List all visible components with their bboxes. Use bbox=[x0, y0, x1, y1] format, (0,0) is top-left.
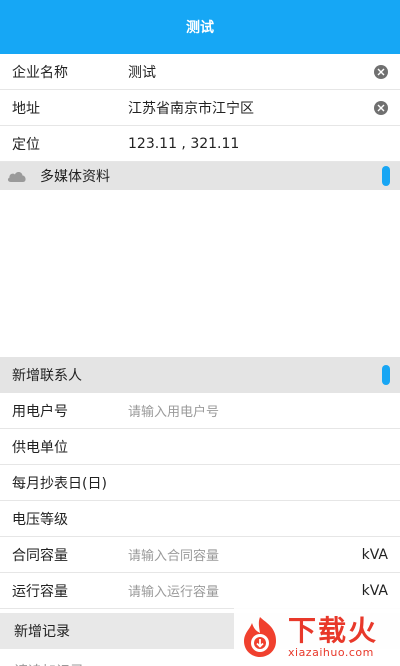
contact-field-row[interactable]: 运行容量 请输入运行容量 kVA bbox=[0, 573, 400, 609]
contract-capacity-input[interactable]: 请输入合同容量 bbox=[128, 545, 362, 564]
field-label: 用电户号 bbox=[12, 403, 68, 420]
address-label: 地址 bbox=[12, 100, 40, 117]
scroll-indicator[interactable] bbox=[382, 365, 390, 385]
contact-field-row[interactable]: 用电户号 请输入用电户号 bbox=[0, 393, 400, 429]
page-title: 测试 bbox=[186, 20, 214, 36]
running-capacity-input[interactable]: 请输入运行容量 bbox=[128, 581, 362, 600]
address-input[interactable]: 江苏省南京市江宁区 bbox=[128, 98, 374, 118]
contact-field-row[interactable]: 供电单位 bbox=[0, 429, 400, 465]
media-section-header[interactable]: 多媒体资料 bbox=[0, 162, 400, 190]
company-name-input[interactable]: 测试 bbox=[128, 62, 374, 82]
contact-field-row[interactable]: 每月抄表日(日) bbox=[0, 465, 400, 501]
media-section-label: 多媒体资料 bbox=[40, 169, 110, 185]
unit-label: kVA bbox=[361, 582, 388, 599]
record-section-label: 新增记录 bbox=[14, 624, 70, 640]
field-label: 供电单位 bbox=[12, 439, 68, 456]
scroll-indicator[interactable] bbox=[382, 166, 390, 186]
field-label: 合同容量 bbox=[12, 547, 68, 564]
app-header: 测试 bbox=[0, 0, 400, 54]
address-row[interactable]: 地址 江苏省南京市江宁区 bbox=[0, 90, 400, 126]
clear-icon[interactable] bbox=[374, 100, 388, 115]
cloud-icon bbox=[7, 171, 26, 182]
clear-icon[interactable] bbox=[374, 64, 388, 79]
watermark-logo-icon bbox=[244, 617, 276, 657]
contact-field-row[interactable]: 电压等级 bbox=[0, 501, 400, 537]
account-number-input[interactable]: 请输入用电户号 bbox=[128, 401, 388, 420]
contact-section-label: 新增联系人 bbox=[12, 368, 82, 384]
field-label: 运行容量 bbox=[12, 583, 68, 600]
watermark-text: 下载火 bbox=[288, 613, 379, 647]
location-label: 定位 bbox=[12, 136, 40, 153]
company-name-row[interactable]: 企业名称 测试 bbox=[0, 54, 400, 90]
contact-field-row[interactable]: 合同容量 请输入合同容量 kVA bbox=[0, 537, 400, 573]
contact-section-header[interactable]: 新增联系人 bbox=[0, 357, 400, 393]
company-name-label: 企业名称 bbox=[12, 64, 68, 81]
media-content-area[interactable] bbox=[0, 190, 400, 357]
unit-label: kVA bbox=[361, 546, 388, 563]
watermark-url: xiazaihuo.com bbox=[288, 645, 374, 659]
watermark: 下载火 xiazaihuo.com bbox=[234, 608, 400, 666]
location-value[interactable]: 123.11 , 321.11 bbox=[128, 136, 388, 152]
field-label: 每月抄表日(日) bbox=[12, 475, 107, 492]
location-row[interactable]: 定位 123.11 , 321.11 bbox=[0, 126, 400, 162]
field-label: 电压等级 bbox=[12, 511, 68, 528]
